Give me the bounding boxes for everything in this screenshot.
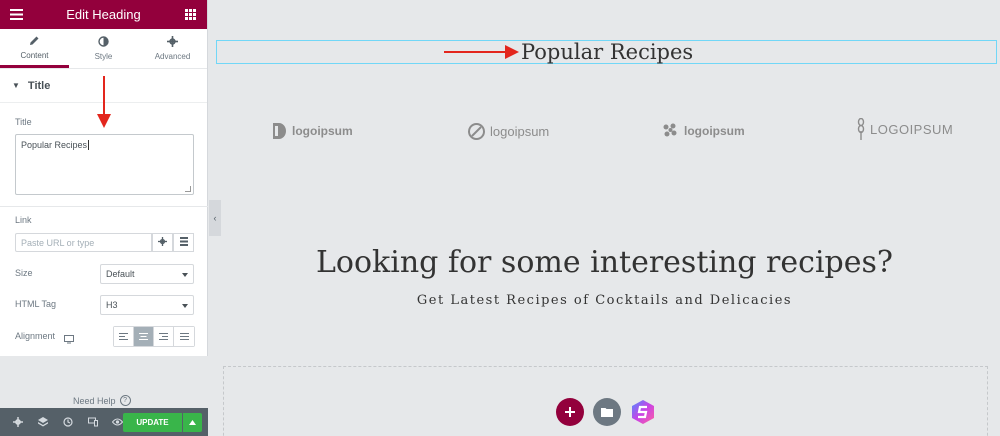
html-tag-select-value: H3: [106, 300, 118, 310]
align-center-button[interactable]: [134, 327, 154, 346]
tab-style[interactable]: Style: [69, 29, 138, 68]
chevron-left-icon: ‹: [213, 213, 217, 223]
desktop-icon[interactable]: [64, 331, 74, 349]
align-justify-icon: [179, 333, 189, 340]
logo-4: LOGOIPSUM: [857, 118, 954, 140]
tab-style-label: Style: [94, 52, 113, 61]
align-right-button[interactable]: [154, 327, 174, 346]
align-left-icon: [119, 333, 128, 340]
popular-recipes-heading[interactable]: Popular Recipes: [521, 40, 693, 64]
link-options-button[interactable]: [152, 233, 173, 252]
panel-tabs: Content Style Advanced: [0, 29, 207, 69]
gear-icon: [158, 236, 167, 249]
link-url-placeholder: Paste URL or type: [21, 238, 95, 248]
annotation-arrowhead-right-icon: [505, 45, 519, 59]
need-help-label: Need Help: [73, 395, 116, 406]
caret-up-icon: [189, 420, 196, 425]
logo-mark-icon: [663, 123, 677, 137]
settings-gear-icon[interactable]: [5, 408, 30, 436]
dynamic-tags-button[interactable]: [173, 233, 194, 252]
logo-1-text: logoipsum: [292, 124, 353, 138]
pencil-icon: [29, 35, 40, 48]
panel-header: Edit Heading: [0, 0, 207, 29]
link-label: Link: [15, 215, 32, 225]
starter-templates-button[interactable]: [629, 398, 657, 426]
title-textarea[interactable]: Popular Recipes: [15, 134, 194, 195]
layers-icon[interactable]: [30, 408, 55, 436]
tab-advanced-label: Advanced: [154, 52, 191, 61]
sub-title[interactable]: Get Latest Recipes of Cocktails and Deli…: [209, 293, 1000, 308]
history-icon[interactable]: [55, 408, 80, 436]
panel-title: Edit Heading: [66, 7, 141, 22]
align-center-icon: [139, 333, 148, 340]
align-justify-button[interactable]: [174, 327, 194, 346]
align-left-button[interactable]: [114, 327, 134, 346]
update-button[interactable]: UPDATE: [123, 413, 182, 432]
annotation-arrow-down: [103, 76, 105, 116]
title-field-label: Title: [15, 117, 32, 127]
responsive-mode-icon[interactable]: [80, 408, 105, 436]
starter-templates-logo-icon: [632, 400, 654, 424]
alignment-choices: [113, 326, 195, 347]
annotation-arrowhead-down-icon: [97, 114, 111, 128]
chevron-down-icon: [182, 273, 188, 277]
update-options-button[interactable]: [183, 413, 202, 432]
logo-mark-icon: [468, 122, 485, 140]
size-label: Size: [15, 268, 33, 278]
collapse-panel-button[interactable]: ‹: [209, 200, 221, 236]
database-icon: [179, 236, 188, 249]
title-textarea-value: Popular Recipes: [21, 140, 88, 150]
add-section-button[interactable]: [556, 398, 584, 426]
widgets-grid-icon[interactable]: [184, 8, 198, 22]
annotation-arrow-right: [444, 51, 510, 53]
folder-icon: [601, 408, 613, 417]
logo-mark-icon: [857, 118, 865, 140]
logo-4-text: LOGOIPSUM: [870, 121, 954, 137]
divider: [0, 206, 208, 207]
logo-mark-icon: [273, 123, 286, 139]
need-help-link[interactable]: Need Help ?: [73, 395, 131, 406]
hamburger-menu-icon[interactable]: [9, 8, 23, 22]
chevron-down-icon: [182, 304, 188, 308]
resize-grip-icon[interactable]: [185, 186, 191, 192]
link-url-input[interactable]: Paste URL or type: [15, 233, 152, 252]
question-icon: ?: [119, 395, 131, 406]
section-title-label: Title: [27, 79, 51, 92]
tab-advanced[interactable]: Advanced: [138, 29, 207, 68]
plus-icon: [565, 407, 575, 417]
tab-content-label: Content: [20, 50, 49, 60]
html-tag-select[interactable]: H3: [100, 295, 194, 315]
caret-down-icon: ▼: [12, 81, 20, 90]
alignment-label: Alignment: [15, 331, 56, 341]
main-title[interactable]: Looking for some interesting recipes?: [209, 245, 1000, 280]
logo-2: logoipsum: [468, 121, 549, 141]
logo-2-text: logoipsum: [490, 123, 550, 139]
size-select-value: Default: [106, 269, 135, 279]
add-template-button[interactable]: [593, 398, 621, 426]
logo-3-text: logoipsum: [684, 124, 745, 138]
align-right-icon: [159, 333, 168, 340]
gear-icon: [167, 36, 178, 49]
contrast-icon: [98, 36, 109, 49]
logo-3: logoipsum: [662, 121, 745, 141]
html-tag-label: HTML Tag: [15, 299, 57, 309]
tab-content[interactable]: Content: [0, 29, 69, 68]
size-select[interactable]: Default: [100, 264, 194, 284]
logo-1: logoipsum: [273, 121, 353, 141]
